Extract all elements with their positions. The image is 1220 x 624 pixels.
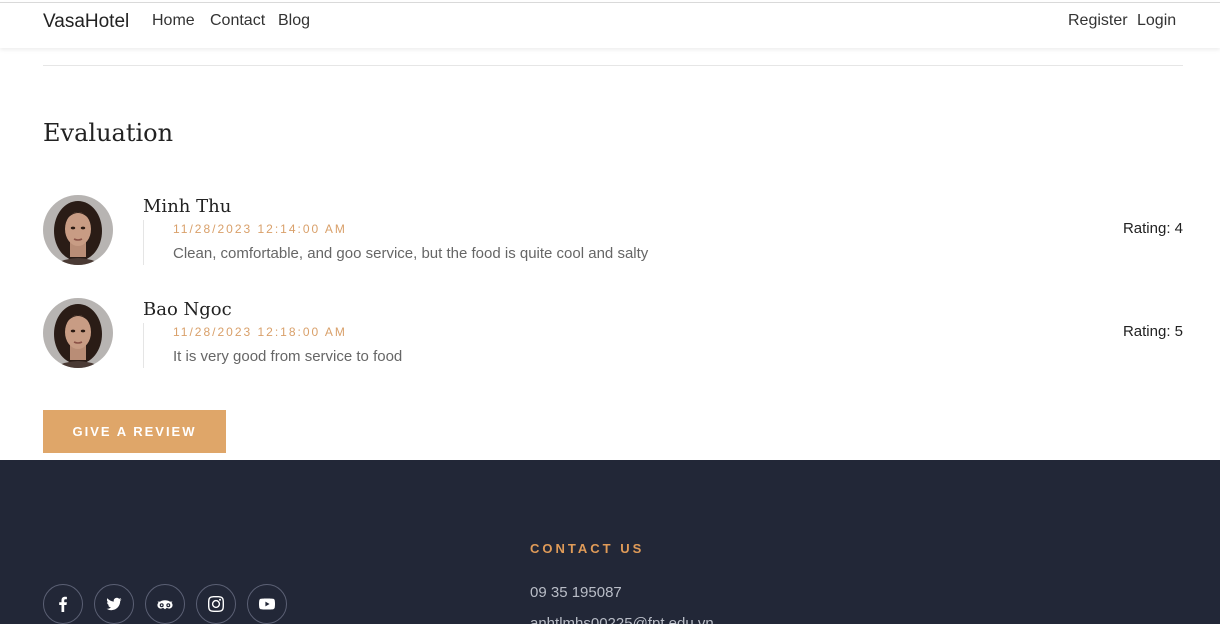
review-text: It is very good from service to food bbox=[173, 348, 403, 365]
review-date: 11/28/2023 12:14:00 AM bbox=[173, 222, 347, 236]
reviewer-name: Bao Ngoc bbox=[143, 299, 232, 320]
contact-heading: CONTACT US bbox=[530, 541, 645, 556]
brand-logo[interactable]: VasaHotel bbox=[43, 11, 129, 33]
review-date: 11/28/2023 12:18:00 AM bbox=[173, 325, 347, 339]
contact-email[interactable]: anhtlmhs00225@fpt.edu.vn bbox=[530, 615, 714, 624]
review-body: 11/28/2023 12:18:00 AM It is very good f… bbox=[143, 323, 1043, 368]
avatar bbox=[43, 298, 113, 368]
footer: CONTACT US 09 35 195087 anhtlmhs00225@fp… bbox=[0, 460, 1220, 624]
review-text: Clean, comfortable, and goo service, but… bbox=[173, 245, 649, 262]
twitter-icon[interactable] bbox=[94, 584, 134, 624]
avatar bbox=[43, 195, 113, 265]
reviewer-name: Minh Thu bbox=[143, 196, 232, 217]
review-item: Minh Thu 11/28/2023 12:14:00 AM Clean, c… bbox=[43, 195, 1183, 271]
nav-login[interactable]: Login bbox=[1137, 12, 1176, 30]
nav-contact[interactable]: Contact bbox=[210, 12, 265, 30]
review-rating: Rating: 5 bbox=[1122, 323, 1183, 340]
give-review-button[interactable]: GIVE A REVIEW bbox=[43, 410, 226, 453]
nav-blog[interactable]: Blog bbox=[278, 12, 310, 30]
nav-home[interactable]: Home bbox=[152, 12, 195, 30]
section-title: Evaluation bbox=[43, 119, 174, 147]
tripadvisor-icon[interactable] bbox=[145, 584, 185, 624]
review-item: Bao Ngoc 11/28/2023 12:18:00 AM It is ve… bbox=[43, 298, 1183, 374]
contact-phone[interactable]: 09 35 195087 bbox=[530, 584, 622, 601]
review-body: 11/28/2023 12:14:00 AM Clean, comfortabl… bbox=[143, 220, 1043, 265]
review-rating: Rating: 4 bbox=[1122, 220, 1183, 237]
nav-register[interactable]: Register bbox=[1068, 12, 1128, 30]
youtube-icon[interactable] bbox=[247, 584, 287, 624]
divider bbox=[43, 65, 1183, 66]
top-navbar: VasaHotel Home Contact Blog Register Log… bbox=[0, 2, 1220, 48]
instagram-icon[interactable] bbox=[196, 584, 236, 624]
facebook-icon[interactable] bbox=[43, 584, 83, 624]
